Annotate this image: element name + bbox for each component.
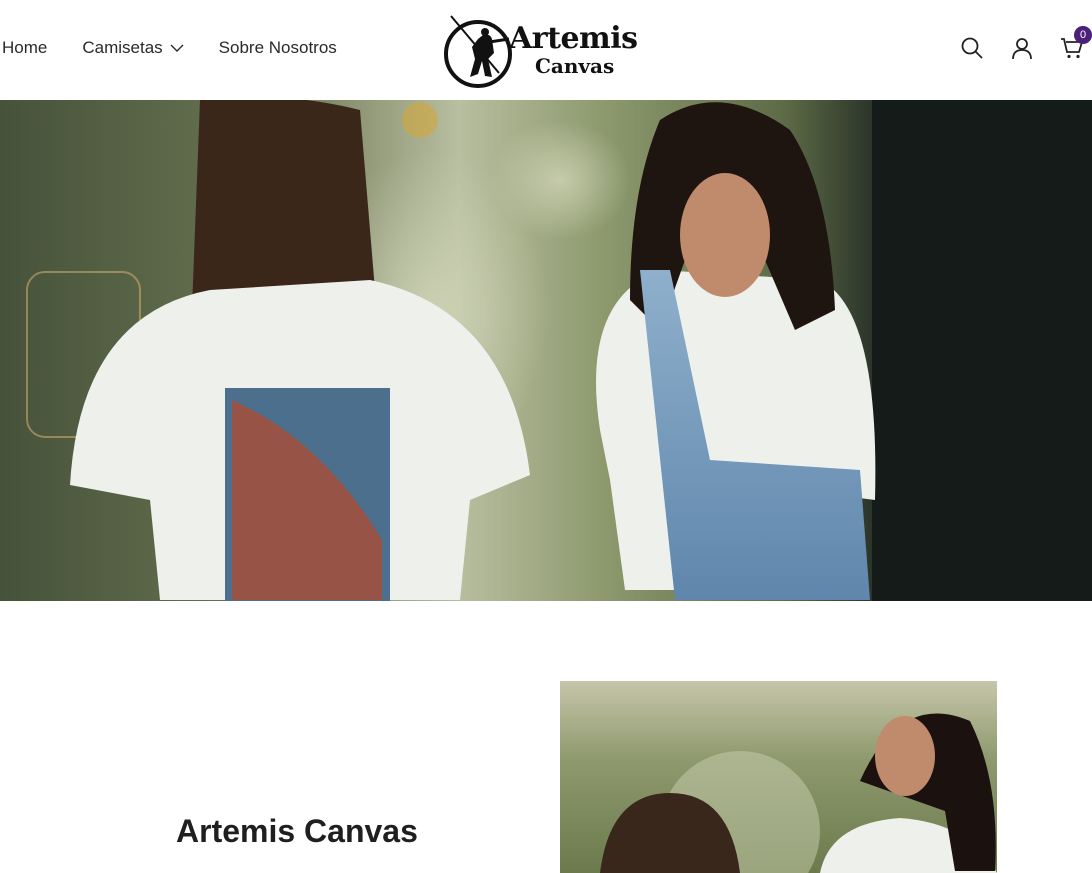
section-title: Artemis Canvas [176,813,418,849]
nav-item-home[interactable]: Home [2,38,47,58]
main-nav: Home Camisetas Sobre Nosotros [2,36,337,60]
user-icon[interactable] [1010,36,1034,60]
secondary-photo [560,681,997,873]
nav-item-label: Sobre Nosotros [218,38,337,57]
chevron-down-icon [170,44,184,52]
header-icons: 0 [960,26,1092,62]
hero-banner [0,100,1092,601]
cart-icon[interactable]: 0 [1060,26,1092,60]
archer-logo-icon [444,15,512,88]
cart-count-badge: 0 [1074,26,1092,44]
site-logo[interactable]: Artemis Canvas [443,13,645,91]
nav-item-label: Home [2,38,48,57]
nav-item-camisetas[interactable]: Camisetas [82,38,184,58]
logo-sub: Canvas [535,54,615,78]
hero-photo [26,100,1092,601]
search-icon[interactable] [960,36,984,60]
site-header: Home Camisetas Sobre Nosotros Artemis Ca… [0,0,1092,100]
secondary-photo-image [600,713,997,873]
nav-item-sobre-nosotros[interactable]: Sobre Nosotros [219,38,337,58]
logo-name: Artemis [509,21,638,56]
nav-item-label: Camisetas [82,38,163,57]
